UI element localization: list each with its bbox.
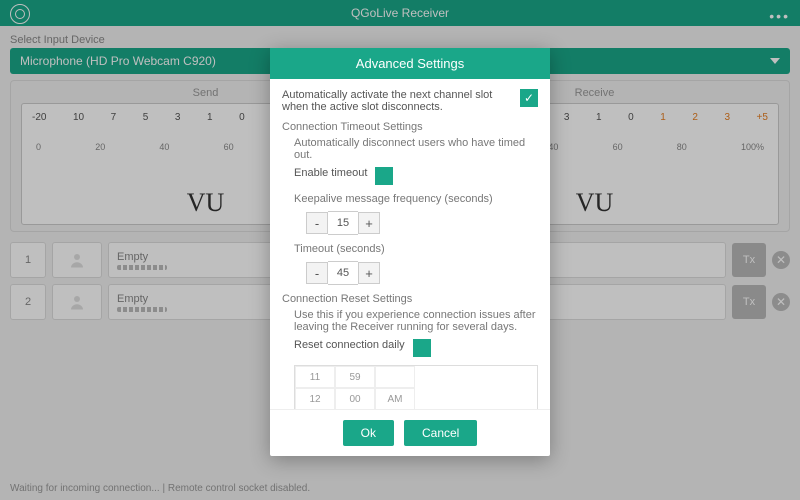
timeout-description: Automatically disconnect users who have … (282, 137, 538, 161)
ok-button[interactable]: Ok (343, 420, 394, 446)
timeout-value: 45 (328, 261, 358, 285)
timeout-label: Timeout (seconds) (282, 243, 538, 255)
auto-activate-text: Automatically activate the next channel … (282, 89, 512, 113)
timeout-stepper: - 45 + (282, 261, 538, 285)
auto-activate-checkbox[interactable]: ✓ (520, 89, 538, 107)
modal-footer: Ok Cancel (270, 409, 550, 456)
keepalive-label: Keepalive message frequency (seconds) (282, 193, 538, 205)
time-picker[interactable]: 1159 1200AM 0101PM (294, 365, 538, 409)
reset-daily-checkbox[interactable] (413, 339, 431, 357)
advanced-settings-modal: Advanced Settings Automatically activate… (270, 48, 550, 456)
timeout-section-title: Connection Timeout Settings (282, 121, 538, 133)
cancel-button[interactable]: Cancel (404, 420, 477, 446)
reset-daily-label: Reset connection daily (294, 339, 405, 351)
enable-timeout-label: Enable timeout (294, 167, 367, 179)
decrement-button[interactable]: - (306, 212, 328, 234)
reset-description: Use this if you experience connection is… (282, 309, 538, 333)
increment-button[interactable]: + (358, 212, 380, 234)
decrement-button[interactable]: - (306, 262, 328, 284)
modal-body[interactable]: Automatically activate the next channel … (270, 79, 550, 409)
modal-title: Advanced Settings (270, 48, 550, 79)
enable-timeout-checkbox[interactable] (375, 167, 393, 185)
reset-section-title: Connection Reset Settings (282, 293, 538, 305)
increment-button[interactable]: + (358, 262, 380, 284)
keepalive-stepper: - 15 + (282, 211, 538, 235)
keepalive-value: 15 (328, 211, 358, 235)
